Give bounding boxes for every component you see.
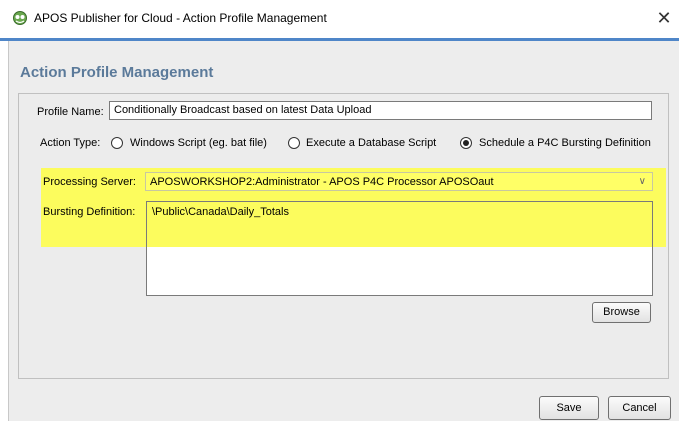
save-button[interactable]: Save (539, 396, 599, 420)
profile-name-value: Conditionally Broadcast based on latest … (114, 104, 372, 116)
radio-windows-script-label[interactable]: Windows Script (eg. bat file) (130, 137, 267, 149)
close-icon: ✕ (656, 8, 672, 28)
processing-server-label: Processing Server: (43, 176, 136, 188)
bursting-definition-label: Bursting Definition: (43, 206, 136, 218)
radio-selected-dot (463, 140, 469, 146)
action-type-label: Action Type: (40, 137, 101, 149)
bursting-field-lower-area (147, 247, 652, 295)
radio-windows-script[interactable] (111, 137, 123, 149)
radio-p4c-bursting-label[interactable]: Schedule a P4C Bursting Definition (479, 137, 651, 149)
window-title: APOS Publisher for Cloud - Action Profil… (34, 11, 327, 25)
browse-button[interactable]: Browse (592, 302, 651, 323)
radio-p4c-bursting[interactable] (460, 137, 472, 149)
radio-database-script[interactable] (288, 137, 300, 149)
profile-name-field[interactable]: Conditionally Broadcast based on latest … (109, 101, 652, 120)
apos-publisher-icon (13, 11, 27, 25)
page-title: Action Profile Management (20, 64, 214, 81)
bursting-definition-field[interactable]: \Public\Canada\Daily_Totals (146, 201, 653, 296)
radio-database-script-label[interactable]: Execute a Database Script (306, 137, 436, 149)
close-button[interactable]: ✕ (652, 6, 676, 30)
profile-name-label: Profile Name: (37, 106, 104, 118)
cancel-button[interactable]: Cancel (608, 396, 671, 420)
title-bar: APOS Publisher for Cloud - Action Profil… (0, 0, 679, 38)
bursting-definition-value: \Public\Canada\Daily_Totals (152, 206, 289, 218)
processing-server-value: APOSWORKSHOP2:Administrator - APOS P4C P… (150, 176, 494, 188)
processing-server-select[interactable]: APOSWORKSHOP2:Administrator - APOS P4C P… (145, 172, 653, 191)
chevron-down-icon: ∨ (638, 176, 646, 187)
